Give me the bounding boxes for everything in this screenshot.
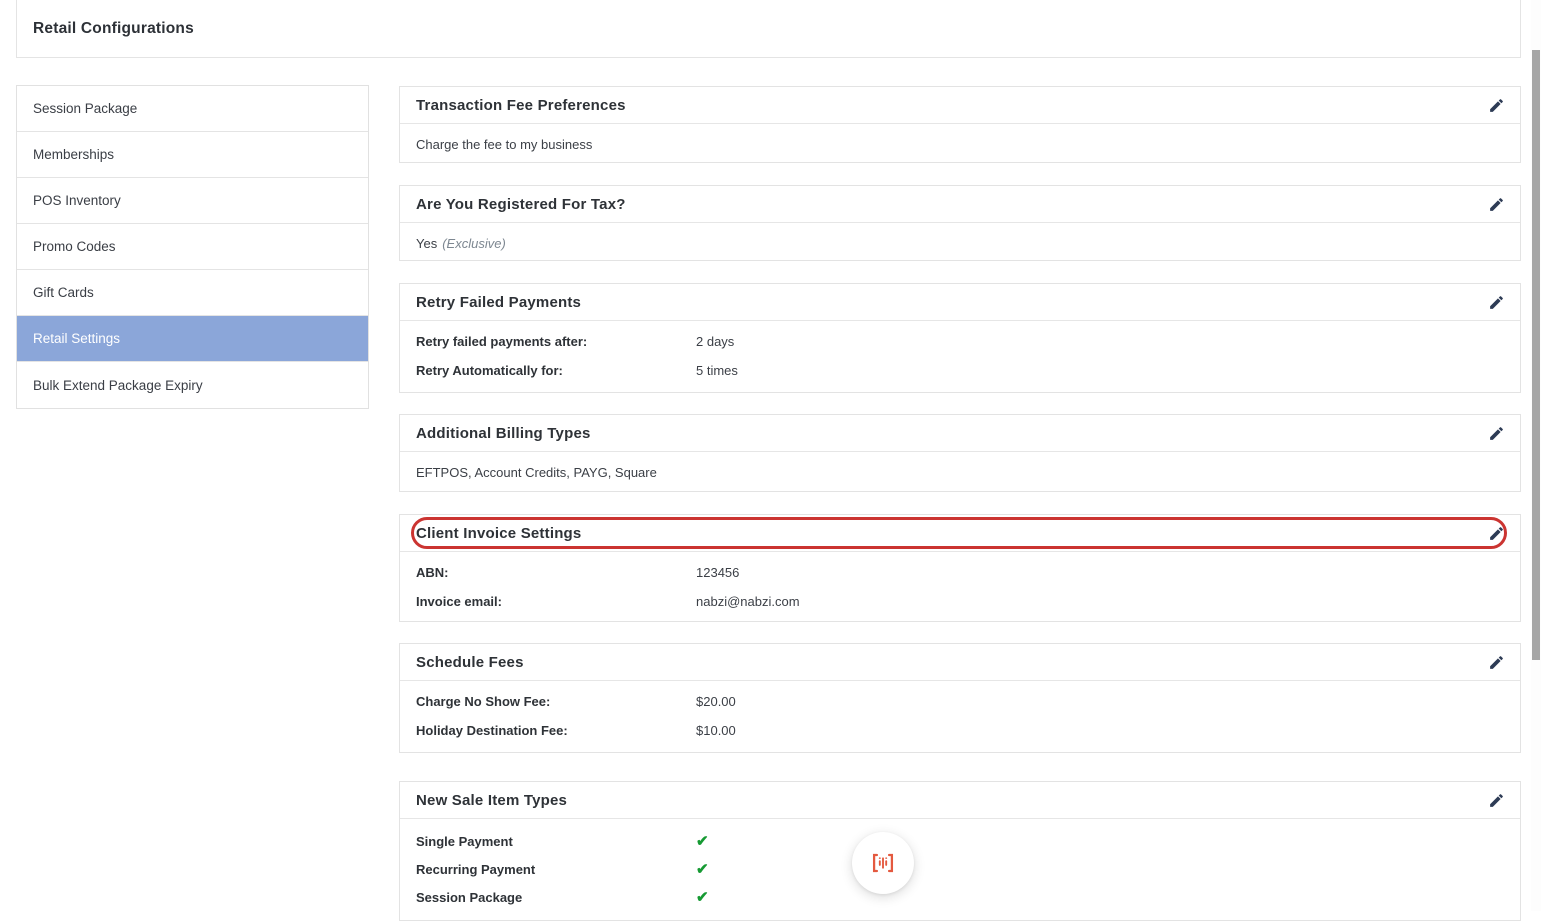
card-header: Client Invoice Settings	[400, 515, 1520, 552]
sidebar-item-session-package[interactable]: Session Package	[17, 86, 368, 132]
sidebar-item-label: POS Inventory	[33, 193, 121, 208]
card-title: Retry Failed Payments	[416, 294, 1485, 311]
kv-value: $10.00	[696, 723, 736, 738]
tax-exclusive-note: (Exclusive)	[442, 236, 506, 251]
loading-spinner	[852, 832, 914, 894]
edit-button[interactable]	[1485, 193, 1507, 215]
card-body-text: EFTPOS, Account Credits, PAYG, Square	[400, 452, 1520, 492]
sidebar-item-label: Retail Settings	[33, 331, 120, 346]
kv-value: nabzi@nabzi.com	[696, 594, 800, 609]
kv-label: ABN:	[416, 565, 696, 580]
card-retry-failed-payments: Retry Failed Payments Retry failed payme…	[399, 283, 1521, 393]
card-title: New Sale Item Types	[416, 792, 1485, 809]
barcode-scan-icon	[868, 848, 898, 878]
checklist-label: Session Package	[416, 890, 696, 905]
kv-row: Retry failed payments after: 2 days	[416, 327, 1504, 356]
checklist-label: Recurring Payment	[416, 862, 696, 877]
kv-row: Retry Automatically for: 5 times	[416, 356, 1504, 385]
pencil-icon	[1488, 654, 1505, 671]
pencil-icon	[1488, 196, 1505, 213]
page-header: Retail Configurations	[16, 0, 1521, 58]
card-title: Transaction Fee Preferences	[416, 97, 1485, 114]
scrollbar-track	[1531, 0, 1541, 911]
edit-button[interactable]	[1485, 651, 1507, 673]
card-additional-billing-types: Additional Billing Types EFTPOS, Account…	[399, 414, 1521, 492]
sidebar-item-label: Promo Codes	[33, 239, 116, 254]
sidebar-item-gift-cards[interactable]: Gift Cards	[17, 270, 368, 316]
check-icon: ✔	[696, 832, 709, 850]
kv-value: $20.00	[696, 694, 736, 709]
kv-value: 5 times	[696, 363, 738, 378]
card-body-text: Yes (Exclusive)	[400, 223, 1520, 263]
kv-value: 2 days	[696, 334, 734, 349]
card-title: Are You Registered For Tax?	[416, 196, 1485, 213]
kv-value: 123456	[696, 565, 739, 580]
sidebar-item-memberships[interactable]: Memberships	[17, 132, 368, 178]
checklist-row: Session Package ✔	[416, 883, 1504, 911]
sidebar-item-label: Gift Cards	[33, 285, 94, 300]
kv-row: ABN: 123456	[416, 558, 1504, 587]
sidebar-item-label: Session Package	[33, 101, 137, 116]
card-header: New Sale Item Types	[400, 782, 1520, 819]
card-body: Single Payment ✔ Recurring Payment ✔ Ses…	[400, 819, 1520, 911]
card-title: Additional Billing Types	[416, 425, 1485, 442]
card-header: Are You Registered For Tax?	[400, 186, 1520, 223]
card-new-sale-item-types: New Sale Item Types Single Payment ✔ Rec…	[399, 781, 1521, 921]
check-icon: ✔	[696, 888, 709, 906]
card-body: ABN: 123456 Invoice email: nabzi@nabzi.c…	[400, 552, 1520, 616]
checklist-row: Single Payment ✔	[416, 827, 1504, 855]
tax-registered-value: Yes	[416, 236, 437, 251]
kv-label: Charge No Show Fee:	[416, 694, 696, 709]
edit-button[interactable]	[1485, 291, 1507, 313]
sidebar-item-promo-codes[interactable]: Promo Codes	[17, 224, 368, 270]
pencil-icon	[1488, 792, 1505, 809]
card-body-text: Charge the fee to my business	[400, 124, 1520, 164]
card-client-invoice-settings: Client Invoice Settings ABN: 123456 Invo…	[399, 514, 1521, 622]
card-header: Transaction Fee Preferences	[400, 87, 1520, 124]
checklist-label: Single Payment	[416, 834, 696, 849]
kv-label: Holiday Destination Fee:	[416, 723, 696, 738]
card-body: Retry failed payments after: 2 days Retr…	[400, 321, 1520, 385]
sidebar-item-retail-settings[interactable]: Retail Settings	[17, 316, 368, 362]
kv-row: Invoice email: nabzi@nabzi.com	[416, 587, 1504, 616]
card-header: Additional Billing Types	[400, 415, 1520, 452]
checklist-row: Recurring Payment ✔	[416, 855, 1504, 883]
card-header: Schedule Fees	[400, 644, 1520, 681]
sidebar-item-label: Memberships	[33, 147, 114, 162]
kv-label: Retry failed payments after:	[416, 334, 696, 349]
card-registered-for-tax: Are You Registered For Tax? Yes (Exclusi…	[399, 185, 1521, 261]
edit-button[interactable]	[1485, 789, 1507, 811]
pencil-icon	[1488, 425, 1505, 442]
pencil-icon	[1488, 525, 1505, 542]
sidebar-item-bulk-extend-package-expiry[interactable]: Bulk Extend Package Expiry	[17, 362, 368, 408]
scrollbar-thumb[interactable]	[1532, 50, 1540, 660]
kv-row: Charge No Show Fee: $20.00	[416, 687, 1504, 716]
kv-label: Retry Automatically for:	[416, 363, 696, 378]
page-title: Retail Configurations	[33, 20, 194, 38]
edit-button[interactable]	[1485, 522, 1507, 544]
check-icon: ✔	[696, 860, 709, 878]
card-schedule-fees: Schedule Fees Charge No Show Fee: $20.00…	[399, 643, 1521, 753]
edit-button[interactable]	[1485, 94, 1507, 116]
pencil-icon	[1488, 97, 1505, 114]
card-title: Schedule Fees	[416, 654, 1485, 671]
edit-button[interactable]	[1485, 422, 1507, 444]
sidebar: Session Package Memberships POS Inventor…	[16, 85, 369, 409]
card-transaction-fee-preferences: Transaction Fee Preferences Charge the f…	[399, 86, 1521, 163]
sidebar-item-label: Bulk Extend Package Expiry	[33, 378, 203, 393]
pencil-icon	[1488, 294, 1505, 311]
kv-row: Holiday Destination Fee: $10.00	[416, 716, 1504, 745]
card-body: Charge No Show Fee: $20.00 Holiday Desti…	[400, 681, 1520, 745]
card-header: Retry Failed Payments	[400, 284, 1520, 321]
sidebar-item-pos-inventory[interactable]: POS Inventory	[17, 178, 368, 224]
card-title: Client Invoice Settings	[416, 525, 1485, 542]
kv-label: Invoice email:	[416, 594, 696, 609]
